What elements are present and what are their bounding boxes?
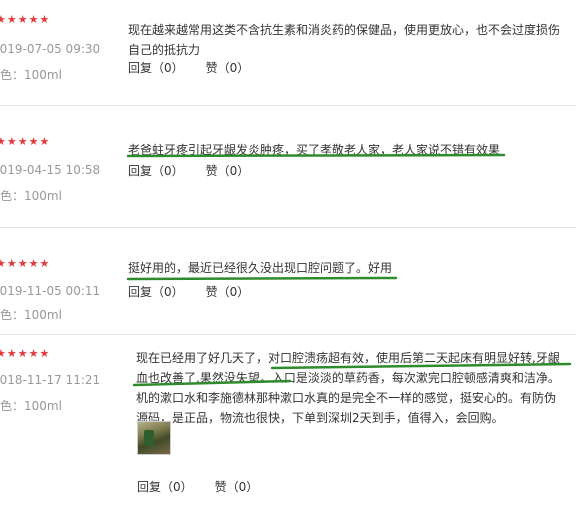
review-content: 老爸蛀牙疼引起牙龈发炎肿疼，买了孝敬老人家，老人家说不错有效果 (128, 140, 500, 160)
star-rating: ★★★★★ (0, 347, 51, 360)
review-text-line: 血也改善了,果然没失望。入口是淡淡的草药香，每次漱完口腔顿感清爽和洁净。 (136, 371, 560, 385)
star-rating: ★★★★★ (0, 135, 51, 148)
review-actions: 回复（0） 赞（0） (128, 283, 249, 300)
review-text-line: 老爸蛀牙疼引起牙龈发炎肿疼，买了孝敬老人家，老人家说不错有效果 (128, 143, 501, 157)
review-actions: 回复（0） 赞（0） (128, 59, 249, 76)
review-actions: 回复（0） 赞（0） (137, 478, 258, 495)
review-text-line: 挺好用的，最近已经很久没出现口腔问题了。好用 (128, 261, 393, 275)
like-button[interactable]: 赞（0） (206, 61, 250, 75)
review-text-line: 现在已经用了好几天了，对口腔溃疡超有效，使用后第二天起床有明显好转,牙龈 (136, 351, 560, 365)
like-button[interactable]: 赞（0） (206, 164, 250, 178)
highlight-underline (126, 276, 398, 281)
review-date: 2019-04-15 10:58 (0, 163, 101, 177)
review-date: 2019-07-05 09:30 (0, 42, 101, 56)
divider (0, 334, 576, 335)
divider (0, 227, 576, 228)
review-text-line: 源码，是正品，物流也很快，下单到深圳2天到手，值得入，会回购。 (136, 411, 504, 425)
star-rating: ★★★★★ (0, 257, 51, 270)
like-button[interactable]: 赞（0） (215, 480, 259, 494)
review-text-line: 现在越来越常用这类不含抗生素和消炎药的保健品，使用更放心，也不会过度损伤 (128, 23, 561, 37)
review-content: 现在越来越常用这类不含抗生素和消炎药的保健品，使用更放心，也不会过度损伤 自己的… (128, 20, 560, 60)
like-button[interactable]: 赞（0） (206, 285, 250, 299)
review-text-line: 自己的抵抗力 (128, 43, 201, 57)
reply-button[interactable]: 回复（0） (128, 164, 184, 178)
reply-button[interactable]: 回复（0） (128, 285, 184, 299)
divider (0, 105, 576, 106)
review-photo-thumbnail[interactable] (137, 421, 171, 455)
review-variant: 颜色：100ml (0, 189, 62, 203)
review-actions: 回复（0） 赞（0） (128, 162, 249, 179)
review-date: 2019-11-05 00:11 (0, 284, 101, 298)
review-text-line: 机的漱口水和李施德林那种漱口水真的是完全不一样的感觉，挺安心的。有防伪 (136, 391, 557, 405)
reply-button[interactable]: 回复（0） (137, 480, 193, 494)
review-variant: 颜色：100ml (0, 399, 62, 413)
star-rating: ★★★★★ (0, 13, 51, 26)
review-content: 现在已经用了好几天了，对口腔溃疡超有效，使用后第二天起床有明显好转,牙龈 血也改… (136, 348, 560, 428)
reply-button[interactable]: 回复（0） (128, 61, 184, 75)
review-content: 挺好用的，最近已经很久没出现口腔问题了。好用 (128, 258, 392, 278)
review-variant: 颜色：100ml (0, 68, 62, 82)
review-variant: 颜色：100ml (0, 308, 62, 322)
review-date: 2018-11-17 11:21 (0, 373, 101, 387)
